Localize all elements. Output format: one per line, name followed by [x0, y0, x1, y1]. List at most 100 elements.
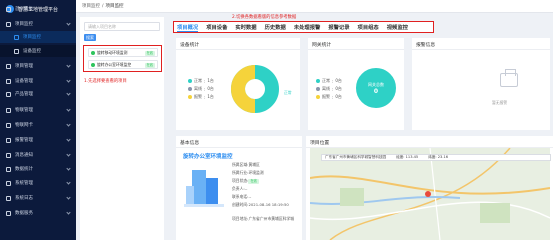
info-created: 创建时间:2021-08-16 18:19:50: [232, 202, 298, 208]
legend-label: 离线: [322, 86, 330, 91]
sidebar-item-label: 物联网卡: [15, 123, 33, 128]
gateway-total-value: 0: [373, 87, 379, 95]
device-stats-card: 设备统计 正常: 1台 离线: 0台 报警: 1台 正常: [176, 38, 300, 130]
sidebar-item-label: 设备管理: [15, 79, 33, 84]
search-button[interactable]: 搜索: [84, 34, 96, 41]
legend-value: 0台: [335, 94, 342, 99]
breadcrumb-parent[interactable]: 项目监控: [82, 3, 100, 9]
menu-icon: [6, 152, 11, 158]
legend-dot-icon: [316, 87, 320, 91]
legend-label: 报警: [194, 94, 202, 99]
pie-slice-alarm: [231, 65, 256, 113]
card-title: 基本信息: [180, 141, 200, 146]
gateway-donut-chart: 网关总数 0: [356, 68, 396, 108]
info-value: 2021-08-16 18:19:50: [248, 202, 289, 207]
legend-offline: 离线: 0台: [188, 86, 214, 92]
legend-dot-icon: [188, 79, 192, 83]
info-industry: 所属行业:环境监测: [232, 170, 264, 176]
card-title: 设备统计: [180, 43, 200, 48]
menu-icon: [6, 166, 11, 172]
gateway-stats-card: 网关统计 正常: 0台 离线: 0台 报警: 0台 网关总数 0: [308, 38, 404, 130]
card-title: 报警信息: [416, 43, 436, 48]
sidebar: 智慧工地管理平台 首页看板 项目监控 项目监控 设备监控 项目管理 设备管理 产品管理 物联管…: [0, 0, 76, 240]
sidebar-item-label: 数据统计: [15, 167, 33, 172]
map-latitude: 纬度: 23.16: [428, 155, 449, 159]
sidebar-item-label: 系统管理: [15, 181, 33, 186]
sidebar-item[interactable]: 消息通知: [0, 149, 76, 161]
sidebar-item[interactable]: 项目管理: [0, 60, 76, 72]
map-roads: [310, 148, 550, 240]
sidebar-item[interactable]: 项目监控: [0, 31, 76, 43]
sidebar-item[interactable]: 报警管理: [0, 134, 76, 146]
sidebar-item[interactable]: 数据统计: [0, 163, 76, 175]
map-address-bar: 广东省广州市黄埔区科学城智慧科技园 经度: 113.45 纬度: 23.16: [321, 154, 551, 161]
sidebar-item-label: 设备监控: [23, 49, 41, 54]
building-icon: [184, 170, 224, 207]
sidebar-item[interactable]: 系统管理: [0, 177, 76, 189]
info-value: 环境监测: [248, 170, 264, 175]
info-label: 创建时间:: [232, 202, 249, 207]
legend-dot-icon: [316, 79, 320, 83]
card-title: 项目位置: [310, 141, 330, 146]
info-owner: 负责人:--: [232, 186, 247, 192]
sidebar-item[interactable]: 设备监控: [0, 45, 76, 57]
legend-value: 1台: [207, 78, 214, 83]
tab-overview[interactable]: 项目概况: [177, 23, 199, 32]
legend-label: 离线: [194, 86, 202, 91]
sidebar-item-label: 项目监控: [15, 22, 33, 27]
donut-label: 正常: [284, 90, 292, 95]
info-value: --: [244, 186, 248, 191]
gateway-total: 网关总数 0: [363, 75, 389, 101]
menu-icon: [6, 180, 11, 186]
sidebar-item[interactable]: 首页看板: [0, 3, 76, 15]
info-label: 所属区域:: [232, 162, 249, 167]
project-title: 旋转办公室环境监控: [183, 154, 233, 160]
tab-devices[interactable]: 项目设备: [206, 23, 227, 31]
legend-value: 0台: [207, 86, 214, 91]
breadcrumb: 项目监控 / 项目监控: [76, 0, 553, 13]
chevron-down-icon: [66, 63, 71, 68]
sidebar-item[interactable]: 设备管理: [0, 75, 76, 87]
sidebar-item[interactable]: 产品管理: [0, 88, 76, 100]
tab-alarm-records[interactable]: 报警记录: [328, 23, 349, 31]
sidebar-item[interactable]: 物联管理: [0, 104, 76, 116]
sidebar-item[interactable]: 系统日志: [0, 192, 76, 204]
sidebar-item-label: 系统日志: [15, 196, 33, 201]
map-longitude: 经度: 113.45: [396, 155, 419, 159]
instruction-note-select: 1.先选择要查看的项目: [84, 79, 127, 84]
map-address: 广东省广州市黄埔区科学城智慧科技园: [325, 155, 387, 159]
tab-video[interactable]: 视频监控: [387, 23, 408, 31]
chevron-down-icon: [66, 21, 71, 26]
menu-icon: [6, 91, 11, 97]
menu-icon: [6, 78, 11, 84]
breadcrumb-current: 项目监控: [105, 4, 124, 9]
project-item[interactable]: 旋转办公室环境监控 在线: [88, 60, 158, 69]
sidebar-item[interactable]: 项目监控: [0, 18, 76, 30]
legend-normal: 正常: 0台: [316, 78, 342, 84]
info-label: 项目状态:: [232, 178, 249, 183]
info-label: 项目地址:: [232, 216, 249, 221]
tab-history[interactable]: 历史数据: [265, 23, 286, 31]
legend-value: 1台: [207, 94, 214, 99]
menu-icon: [14, 48, 19, 54]
alarm-info-card: 报警信息 暂无报警: [412, 38, 550, 130]
legend-value: 0台: [335, 86, 342, 91]
menu-icon: [14, 34, 19, 40]
empty-alarm-icon: [500, 69, 518, 87]
chevron-down-icon: [66, 210, 71, 215]
info-value: 黄埔区: [248, 162, 260, 167]
tab-unhandled-alarms[interactable]: 未处理报警: [294, 23, 321, 31]
info-address: 项目地址:广东省广州市黄埔区科学城: [232, 216, 298, 222]
tab-configuration[interactable]: 项目组态: [358, 23, 379, 31]
tab-realtime[interactable]: 实时数据: [235, 23, 256, 31]
chevron-down-icon: [66, 107, 71, 112]
info-label: 所属行业:: [232, 170, 249, 175]
project-item[interactable]: 旋转移动环境监测 在线: [88, 48, 158, 57]
sidebar-item[interactable]: 物联网卡: [0, 119, 76, 131]
sidebar-item[interactable]: 数据服务: [0, 207, 76, 219]
project-search-input[interactable]: 请输入项目名称: [84, 22, 160, 31]
legend-label: 正常: [322, 78, 330, 83]
location-map[interactable]: [310, 148, 550, 240]
legend-label: 正常: [194, 78, 202, 83]
sidebar-item-label: 项目管理: [15, 64, 33, 69]
